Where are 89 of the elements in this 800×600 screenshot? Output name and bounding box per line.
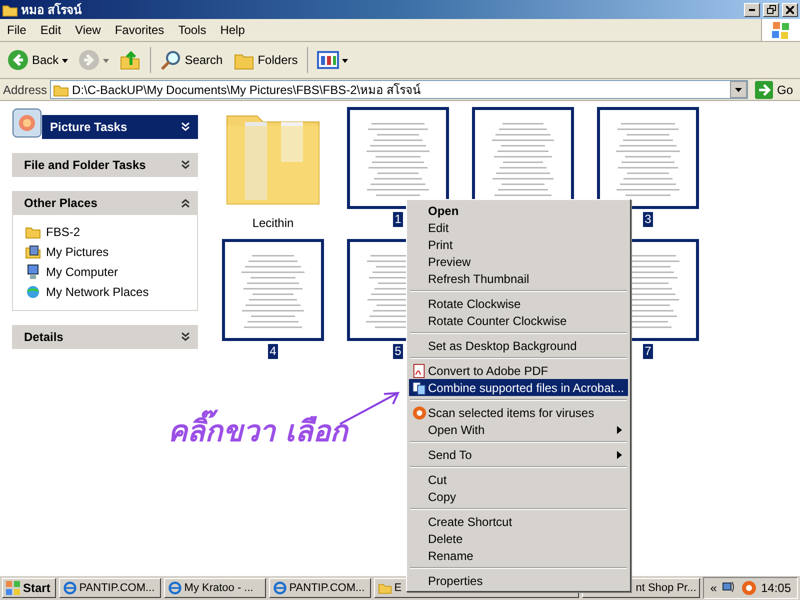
menu-item[interactable]: Combine supported files in Acrobat... xyxy=(409,379,628,396)
menu-item[interactable]: Create Shortcut xyxy=(409,513,628,530)
restore-icon xyxy=(766,5,776,14)
folder-icon xyxy=(378,581,392,595)
menu-item[interactable]: View xyxy=(68,21,108,39)
arrow-icon xyxy=(754,80,773,98)
taskbar-button[interactable]: My Kratoo - ... xyxy=(164,578,266,598)
picture-folder-icon xyxy=(25,244,41,260)
start-button[interactable]: Start xyxy=(2,578,56,598)
close-button[interactable] xyxy=(782,2,798,16)
views-icon xyxy=(316,49,339,71)
menu-item[interactable]: Set as Desktop Background xyxy=(409,337,628,354)
browser-icon xyxy=(63,581,78,595)
menu-item[interactable]: Rotate Clockwise xyxy=(409,295,628,312)
search-button[interactable]: Search xyxy=(156,47,227,73)
menu-item[interactable]: Favorites xyxy=(108,21,172,39)
browser-icon xyxy=(168,581,182,595)
file-label: 1 xyxy=(392,212,404,227)
go-button[interactable]: Go xyxy=(750,80,797,98)
flag-logo-icon xyxy=(5,580,21,596)
caret-icon xyxy=(62,58,68,62)
file-label: 4 xyxy=(268,344,278,359)
folders-button[interactable]: Folders xyxy=(228,47,302,73)
taskbar-button[interactable]: PANTIP.COM... xyxy=(269,578,372,598)
menu-item[interactable]: Refresh Thumbnail xyxy=(409,270,628,287)
menu-item[interactable]: Open xyxy=(409,202,628,219)
close-icon xyxy=(786,6,794,14)
place-link[interactable]: My Computer xyxy=(25,264,187,280)
menu-item[interactable]: Send To xyxy=(409,446,628,463)
menu-item[interactable]: Edit xyxy=(409,219,628,236)
caret-icon xyxy=(102,58,109,62)
picture-icon xyxy=(12,108,42,138)
expand-chevron-icon xyxy=(181,159,190,171)
collapse-chevron-icon xyxy=(181,197,190,209)
folder-icon xyxy=(53,82,70,96)
folder-icon xyxy=(2,2,18,16)
file-label: 7 xyxy=(642,344,654,359)
panel-header[interactable]: Picture Tasks xyxy=(42,115,198,139)
submenu-arrow-icon xyxy=(617,450,622,458)
document-thumbnail[interactable] xyxy=(597,107,699,209)
menu-item[interactable]: Preview xyxy=(409,253,628,270)
handwritten-note: คลิ๊กขวา เลือก xyxy=(168,408,348,454)
menu-item[interactable]: Help xyxy=(213,21,252,39)
document-thumbnail[interactable] xyxy=(222,239,324,341)
panel-header[interactable]: File and Folder Tasks xyxy=(12,153,198,177)
menu-item[interactable]: Copy xyxy=(409,488,628,505)
expand-chevron-icon xyxy=(181,331,190,343)
place-link[interactable]: My Network Places xyxy=(25,284,187,300)
up-folder-icon xyxy=(118,49,141,71)
menu-item[interactable]: Rotate Counter Clockwise xyxy=(409,312,628,329)
back-button[interactable]: Back xyxy=(3,47,72,73)
file-label: Lecithin xyxy=(251,216,295,231)
menu-item[interactable]: File xyxy=(0,21,34,39)
dropdown-button[interactable] xyxy=(730,81,747,98)
submenu-arrow-icon xyxy=(617,426,622,434)
window-title: หมอ สโรจน์ xyxy=(21,2,83,19)
minimize-button[interactable] xyxy=(744,2,760,16)
file-label: 3 xyxy=(642,212,654,227)
menu-item[interactable]: Open With xyxy=(409,421,628,438)
search-icon xyxy=(160,49,182,71)
place-link[interactable]: FBS-2 xyxy=(25,224,187,240)
caret-icon xyxy=(734,88,742,92)
address-label: Address xyxy=(3,82,48,96)
clock: 14:05 xyxy=(760,581,791,595)
file-label: 5 xyxy=(392,344,404,359)
minimize-icon xyxy=(749,8,755,10)
caret-icon xyxy=(342,58,348,62)
menu-item[interactable]: Tools xyxy=(171,21,214,39)
place-link[interactable]: My Pictures xyxy=(25,244,187,260)
antivirus-icon xyxy=(412,404,427,420)
restore-button[interactable] xyxy=(763,2,779,16)
menu-item[interactable]: Delete xyxy=(409,530,628,547)
menu-item[interactable]: Rename xyxy=(409,547,628,564)
menu-item[interactable]: Cut xyxy=(409,471,628,488)
computer-icon xyxy=(25,264,41,280)
menu-item[interactable]: Print xyxy=(409,236,628,253)
menu-item[interactable]: Edit xyxy=(33,21,68,39)
flag-logo-icon xyxy=(770,21,792,39)
panel-header[interactable]: Details xyxy=(12,325,198,349)
menu-item[interactable]: Scan selected items for viruses xyxy=(409,404,628,421)
menu-item[interactable]: Convert to Adobe PDF xyxy=(409,362,628,379)
panel-header[interactable]: Other Places xyxy=(12,191,198,215)
show-hidden-icons-button[interactable]: « xyxy=(710,581,717,595)
browser-icon xyxy=(273,581,288,595)
pdf-icon xyxy=(412,362,427,378)
expand-chevron-icon xyxy=(181,121,190,133)
taskbar-button[interactable]: PANTIP.COM... xyxy=(59,578,162,598)
combine-files-icon xyxy=(412,380,427,396)
address-field[interactable]: D:\C-BackUP\My Documents\My Pictures\FBS\FBS-2\หมอ สโรจน์ xyxy=(50,80,748,99)
